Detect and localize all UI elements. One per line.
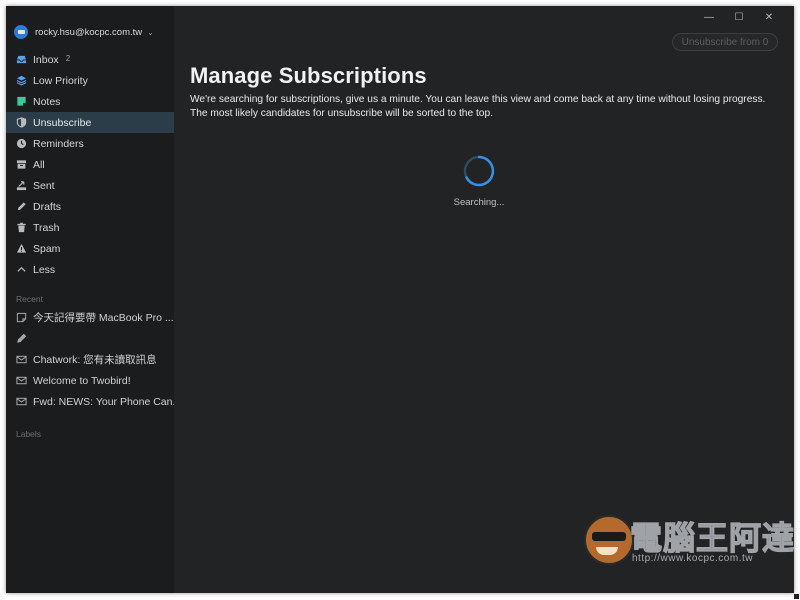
sidebar-item-label: Spam — [33, 242, 61, 255]
page-title: Manage Subscriptions — [190, 63, 427, 88]
loading-spinner-icon — [462, 154, 496, 188]
sidebar-item-label: Trash — [33, 221, 60, 234]
sidebar-item-drafts[interactable]: Drafts — [6, 196, 174, 217]
resize-grip — [794, 594, 799, 599]
archive-icon — [16, 159, 27, 170]
mail-icon — [16, 354, 27, 365]
pencil-icon — [16, 333, 27, 344]
status-text: Searching... — [453, 197, 505, 208]
sidebar-item-inbox[interactable]: Inbox 2 — [6, 49, 174, 70]
sidebar-item-notes[interactable]: Notes — [6, 91, 174, 112]
recent-list: 今天記得要帶 MacBook Pro ... Chatwork: 您有未讀取訊息 W… — [6, 307, 174, 412]
recent-item-label: Chatwork: 您有未讀取訊息 — [33, 354, 157, 366]
unread-count-badge: 2 — [65, 54, 71, 63]
sidebar-item-all[interactable]: All — [6, 154, 174, 175]
unsubscribe-button[interactable]: Unsubscribe from 0 — [672, 33, 778, 51]
sidebar-item-low-priority[interactable]: Low Priority — [6, 70, 174, 91]
chevron-up-icon — [16, 264, 27, 275]
notes-icon — [16, 96, 27, 107]
minimize-button[interactable]: — — [694, 9, 724, 25]
labels-section-label: Labels — [16, 429, 42, 439]
mail-icon — [16, 375, 27, 386]
recent-item-label: Fwd: NEWS: Your Phone Can... — [33, 395, 174, 408]
account-email: rocky.hsu@kocpc.com.tw — [35, 26, 143, 38]
avatar — [14, 25, 28, 39]
sidebar-item-less[interactable]: Less — [6, 259, 174, 280]
app-window: rocky.hsu@kocpc.com.tw ⌄ Inbox 2 Low Prior… — [6, 6, 794, 593]
recent-item[interactable]: Welcome to Twobird! — [6, 370, 174, 391]
sidebar-item-label: Reminders — [33, 137, 84, 150]
recent-item-label: Welcome to Twobird! — [33, 374, 131, 387]
trash-icon — [16, 222, 27, 233]
shield-icon — [16, 117, 27, 128]
watermark-url: http://www.kocpc.com.tw — [632, 553, 753, 564]
sidebar-item-reminders[interactable]: Reminders — [6, 133, 174, 154]
pencil-icon — [16, 201, 27, 212]
recent-item-label: 今天記得要帶 MacBook Pro ... — [33, 312, 174, 324]
sidebar-item-unsubscribe[interactable]: Unsubscribe — [6, 112, 174, 133]
maximize-button[interactable]: ☐ — [724, 9, 754, 25]
sidebar-item-label: Less — [33, 263, 56, 276]
sidebar-item-label: Sent — [33, 179, 55, 192]
watermark-logo: 電腦王阿達 http://www.kocpc.com.tw — [584, 509, 794, 571]
recent-section-label: Recent — [16, 294, 43, 304]
clock-icon — [16, 138, 27, 149]
sidebar-item-label: Notes — [33, 95, 61, 108]
mascot-icon — [584, 515, 634, 565]
sent-icon — [16, 180, 27, 191]
layers-icon — [16, 75, 27, 86]
sidebar-item-label: Unsubscribe — [33, 116, 92, 129]
main-panel: — ☐ ✕ Unsubscribe from 0 Manage Subscrip… — [174, 6, 794, 593]
recent-item[interactable]: 今天記得要帶 MacBook Pro ... — [6, 307, 174, 328]
mail-icon — [16, 396, 27, 407]
sidebar-item-label: All — [33, 158, 45, 171]
sidebar-item-label: Drafts — [33, 200, 62, 213]
page-description: We're searching for subscriptions, give … — [190, 94, 766, 119]
warning-icon — [16, 243, 27, 254]
account-switcher[interactable]: rocky.hsu@kocpc.com.tw ⌄ — [14, 24, 154, 40]
sidebar-item-label: Inbox — [33, 53, 59, 66]
sidebar-nav: Inbox 2 Low Priority Notes Unsubscribe Remind… — [6, 49, 174, 280]
recent-item[interactable] — [6, 328, 174, 349]
recent-item[interactable]: Chatwork: 您有未讀取訊息 — [6, 349, 174, 370]
note-icon — [16, 312, 27, 323]
close-button[interactable]: ✕ — [754, 9, 784, 25]
inbox-icon — [16, 54, 27, 65]
sidebar-item-spam[interactable]: Spam — [6, 238, 174, 259]
sidebar: rocky.hsu@kocpc.com.tw ⌄ Inbox 2 Low Prior… — [6, 6, 174, 593]
sidebar-item-label: Low Priority — [33, 74, 88, 87]
sidebar-item-trash[interactable]: Trash — [6, 217, 174, 238]
window-controls: — ☐ ✕ — [694, 9, 784, 25]
recent-item[interactable]: Fwd: NEWS: Your Phone Can... — [6, 391, 174, 412]
sidebar-item-sent[interactable]: Sent — [6, 175, 174, 196]
chevron-down-icon: ⌄ — [147, 27, 154, 37]
